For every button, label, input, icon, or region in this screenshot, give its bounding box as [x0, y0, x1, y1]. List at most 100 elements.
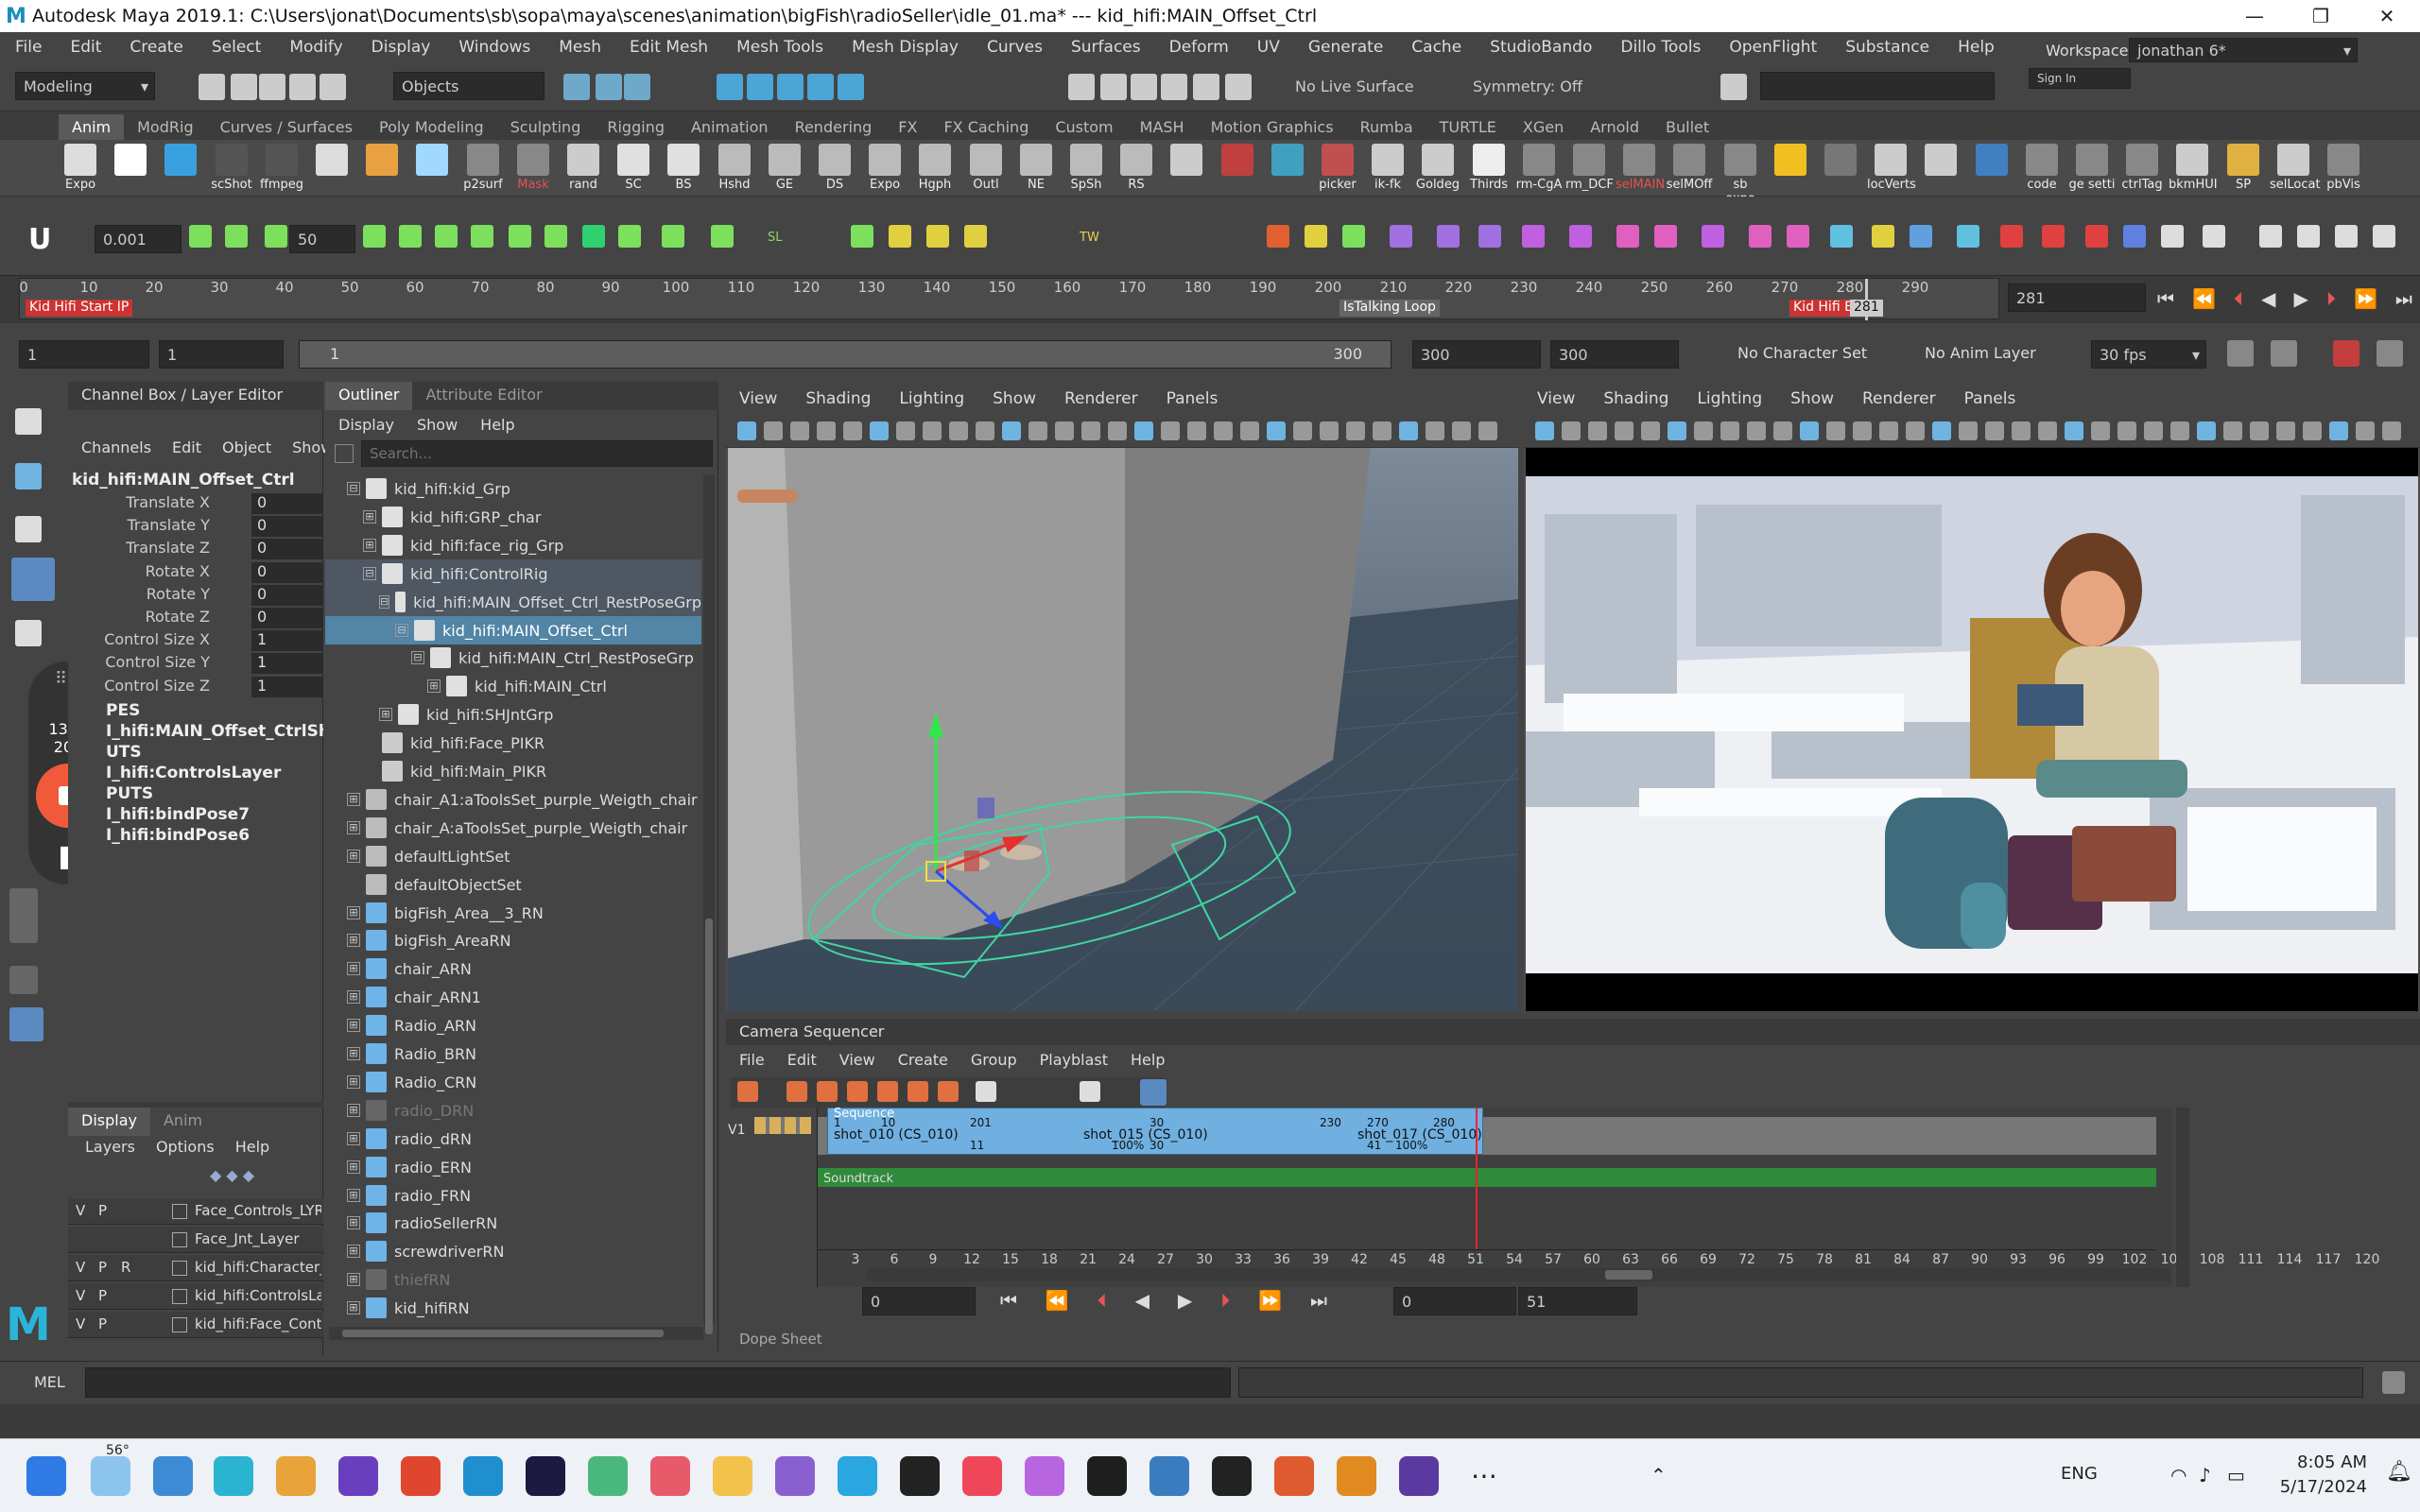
channel-value[interactable]: 0 [251, 493, 323, 514]
shelf-button-hshd[interactable]: Hshd [711, 144, 758, 197]
step-forward-icon[interactable]: ⏩ [1258, 1289, 1282, 1312]
expand-toggle-icon[interactable]: ⊞ [363, 510, 376, 524]
viewport-tool-icon[interactable] [1641, 421, 1660, 440]
viewport-tool-icon[interactable] [1932, 421, 1951, 440]
select-component-icon[interactable] [624, 74, 650, 100]
menu-studiobando[interactable]: StudioBando [1475, 38, 1605, 57]
viewport-tool-icon[interactable] [1535, 421, 1554, 440]
shelf-tab-modrig[interactable]: ModRig [124, 114, 206, 140]
channel-row-translate-z[interactable]: Translate Z 0 [68, 539, 323, 561]
outliner-item[interactable]: defaultObjectSet [325, 870, 701, 899]
anim-tool-icon[interactable] [926, 225, 949, 248]
copilot-icon[interactable] [153, 1456, 193, 1496]
sequencer-menu-create[interactable]: Create [898, 1051, 948, 1069]
layer-toggle-v[interactable]: V [76, 1202, 95, 1219]
drag-handle-icon[interactable]: ⠿ [55, 669, 67, 689]
figma-icon[interactable] [1087, 1456, 1127, 1496]
sequencer-tool-icon[interactable] [1080, 1081, 1100, 1102]
anim-layer-label[interactable]: No Anim Layer [1925, 344, 2036, 362]
anim-tool-icon[interactable] [1569, 225, 1592, 248]
shelf-tab-xgen[interactable]: XGen [1510, 114, 1577, 140]
sequencer-tool-icon[interactable] [847, 1081, 868, 1102]
viewport-tool-icon[interactable] [1879, 421, 1898, 440]
viewport-tool-icon[interactable] [1478, 421, 1497, 440]
go-to-end-icon[interactable]: ⏭ [1310, 1289, 1327, 1312]
outliner-scrollbar[interactable] [703, 474, 715, 1334]
anim-tool-icon[interactable] [1910, 225, 1932, 248]
outliner-item[interactable]: ⊟ kid_hifi:kid_Grp [325, 474, 701, 503]
anim-tool-icon[interactable] [1872, 225, 1894, 248]
anim-tool-icon[interactable] [363, 225, 386, 248]
tw-label[interactable]: TW [1080, 231, 1099, 245]
shelf-tab-fx[interactable]: FX [885, 114, 930, 140]
layer-tab-anim[interactable]: Anim [150, 1108, 216, 1136]
anim-tool-icon[interactable] [2123, 225, 2146, 248]
select-hierarchy-icon[interactable] [563, 74, 590, 100]
filter-icon[interactable] [335, 444, 354, 463]
outliner-menu-help[interactable]: Help [480, 416, 514, 434]
shelf-button-expo[interactable]: Expo [861, 144, 908, 197]
outliner-item[interactable]: ⊞ radio_ERN [325, 1153, 701, 1181]
sequencer-tool-icon[interactable] [938, 1081, 959, 1102]
expand-toggle-icon[interactable]: ⊞ [347, 934, 360, 947]
viewport-tool-icon[interactable] [2276, 421, 2295, 440]
channel-menu-edit[interactable]: Edit [172, 438, 201, 456]
loop-icon[interactable] [2227, 340, 2254, 367]
expand-toggle-icon[interactable]: ⊞ [347, 1245, 360, 1258]
step-forward-frame-icon[interactable]: ⏵ [1220, 1289, 1230, 1312]
sequencer-tool-icon[interactable] [737, 1081, 758, 1102]
snap-grid-icon[interactable] [717, 74, 743, 100]
expand-toggle-icon[interactable]: ⊞ [347, 1301, 360, 1314]
viewport-tool-icon[interactable] [2329, 421, 2348, 440]
snap-curve-icon[interactable] [747, 74, 773, 100]
dope-sheet-tab[interactable]: Dope Sheet [739, 1331, 822, 1348]
battery-icon[interactable]: ▭ [2227, 1464, 2245, 1486]
maya-taskbar-icon[interactable] [214, 1456, 253, 1496]
shelf-button-p2surf[interactable]: p2surf [459, 144, 507, 197]
step-back-frame-icon[interactable]: ⏴ [1098, 1289, 1107, 1312]
viewport-tool-icon[interactable] [764, 421, 783, 440]
live-surface-field[interactable]: No Live Surface [1288, 72, 1439, 100]
viewport-menu-renderer[interactable]: Renderer [1849, 389, 1951, 408]
anim-tool-icon[interactable] [1616, 225, 1639, 248]
notification-bell-icon[interactable]: 🔔︎ [2386, 1460, 2412, 1484]
mode-dropdown[interactable]: Modeling ▾ [15, 72, 155, 100]
maximize-icon[interactable]: ❐ [2288, 0, 2354, 32]
shelf-tab-arnold[interactable]: Arnold [1577, 114, 1652, 140]
channel-row-translate-x[interactable]: Translate X 0 [68, 493, 323, 516]
viewport-tool-icon[interactable] [1346, 421, 1365, 440]
app-icon[interactable] [775, 1456, 815, 1496]
layer-row[interactable]: V P Rkid_hifi:Character_ [68, 1255, 323, 1281]
shelf-tab-poly-modeling[interactable]: Poly Modeling [366, 114, 497, 140]
viewport-tool-icon[interactable] [949, 421, 968, 440]
channel-row-control-size-x[interactable]: Control Size X 1 [68, 630, 323, 653]
viewport-menu-show[interactable]: Show [1777, 389, 1849, 408]
shelf-tab-rumba[interactable]: Rumba [1347, 114, 1426, 140]
outliner-tab-attribute-editor[interactable]: Attribute Editor [412, 382, 555, 410]
viewport-tool-icon[interactable] [2118, 421, 2136, 440]
anim-tool-icon[interactable] [1478, 225, 1501, 248]
channel-row-rotate-x[interactable]: Rotate X 0 [68, 562, 323, 585]
expand-toggle-icon[interactable]: ⊟ [379, 595, 390, 609]
shelf-button-tool[interactable] [1163, 144, 1210, 197]
language-indicator[interactable]: ENG [2061, 1464, 2098, 1484]
channel-value[interactable]: 1 [251, 677, 323, 697]
shelf-tab-rendering[interactable]: Rendering [782, 114, 886, 140]
shelf-button-tool[interactable] [1968, 144, 2015, 197]
channel-value[interactable]: 0 [251, 516, 323, 537]
app-icon[interactable] [338, 1456, 378, 1496]
sidebar-toggle-icon[interactable] [1720, 74, 1747, 100]
channel-section-header[interactable]: I_hifi:ControlsLayer [106, 764, 323, 782]
go-to-start-icon[interactable]: ⏮ [1000, 1289, 1017, 1312]
shelf-button-code[interactable]: code [2018, 144, 2066, 197]
shelf-button-tool[interactable] [157, 144, 204, 197]
layer-menu-help[interactable]: Help [235, 1138, 269, 1156]
anim-tool-icon[interactable] [582, 225, 605, 248]
viewport-tool-icon[interactable] [1562, 421, 1581, 440]
weather-icon[interactable] [91, 1456, 130, 1496]
outliner-item[interactable]: ⊞ screwdriverRN [325, 1237, 701, 1265]
anim-tool-icon[interactable] [399, 225, 422, 248]
shelf-button-outl[interactable]: Outl [962, 144, 1010, 197]
viewport-tool-icon[interactable] [1853, 421, 1872, 440]
shelf-button-ds[interactable]: DS [811, 144, 858, 197]
